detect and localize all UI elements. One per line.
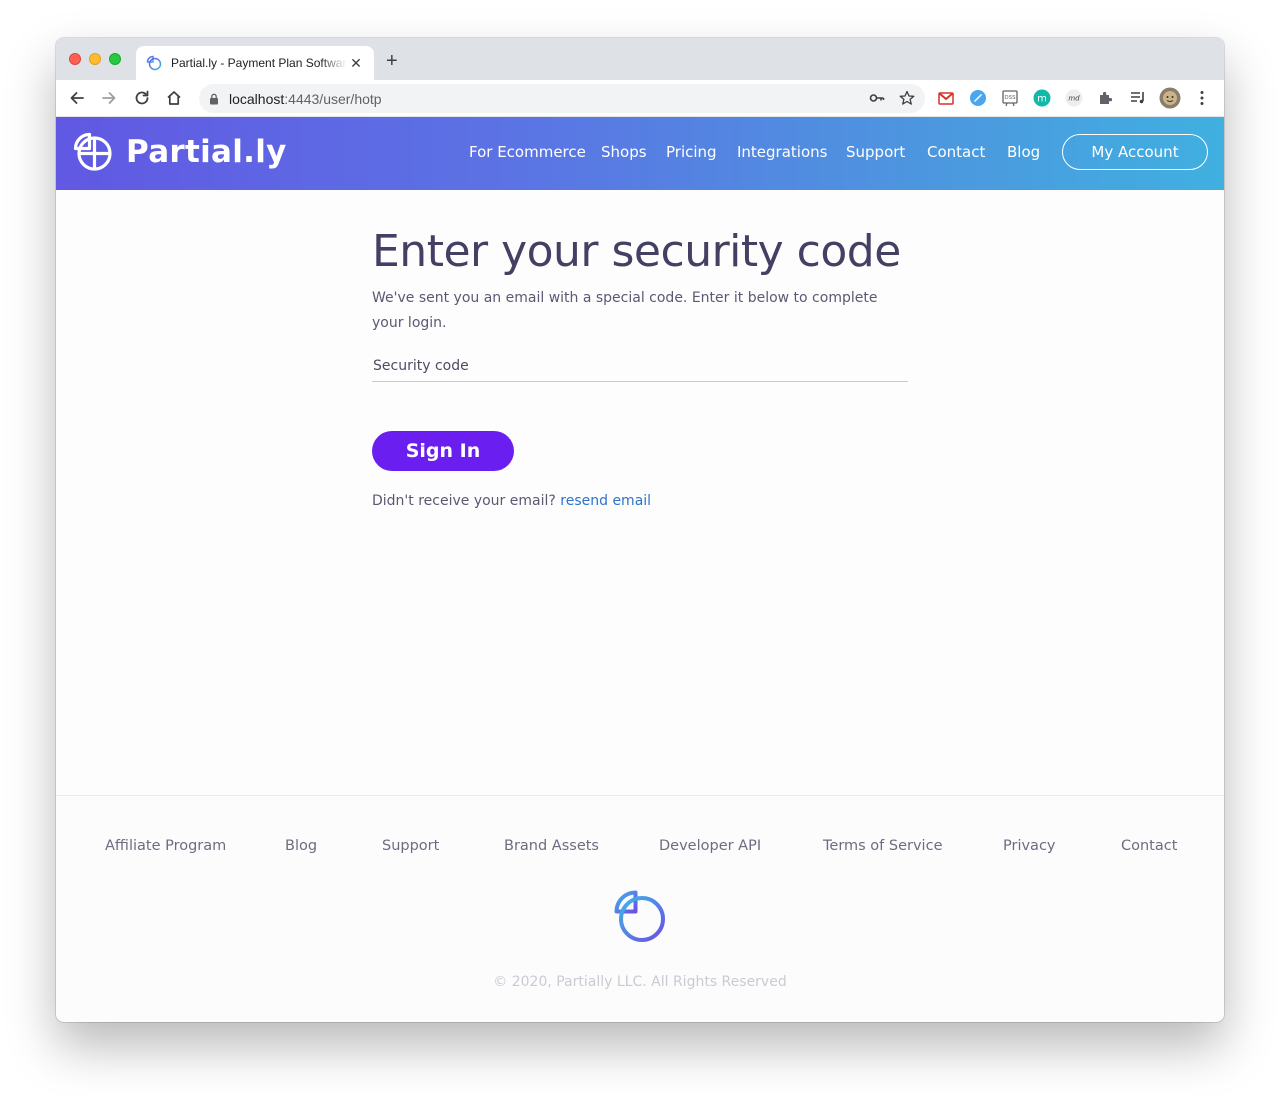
security-code-input[interactable]: [372, 350, 908, 382]
partially-favicon-icon: [146, 55, 162, 71]
m-extension-icon[interactable]: m: [1032, 88, 1052, 108]
browser-menu-icon[interactable]: [1192, 88, 1212, 108]
browser-tab[interactable]: Partial.ly - Payment Plan Software ✕: [136, 46, 374, 80]
nav-shops[interactable]: Shops: [601, 143, 647, 161]
nav-support[interactable]: Support: [846, 143, 905, 161]
nav-contact[interactable]: Contact: [927, 143, 985, 161]
brand-link[interactable]: Partial.ly: [72, 131, 287, 173]
footer-link-affiliate-program[interactable]: Affiliate Program: [105, 838, 226, 854]
browser-window: Partial.ly - Payment Plan Software ✕ + l…: [56, 38, 1224, 1022]
minimize-window-button[interactable]: [89, 53, 101, 65]
url-host: localhost: [229, 90, 285, 107]
footer-link-brand-assets[interactable]: Brand Assets: [504, 838, 599, 854]
tab-strip: Partial.ly - Payment Plan Software ✕ +: [56, 38, 1224, 80]
reload-icon[interactable]: [133, 89, 151, 107]
page-description: We've sent you an email with a special c…: [372, 290, 878, 331]
back-arrow-icon[interactable]: [68, 89, 86, 107]
media-queue-icon[interactable]: [1128, 88, 1148, 108]
copyright-text: © 2020, Partially LLC. All Rights Reserv…: [493, 974, 787, 990]
resend-prompt: Didn't receive your email?: [372, 493, 556, 509]
svg-text:md: md: [1068, 95, 1080, 103]
extensions-puzzle-icon[interactable]: [1096, 88, 1116, 108]
markdown-extension-icon[interactable]: md: [1064, 88, 1084, 108]
resend-row: Didn't receive your email? resend email: [372, 493, 651, 509]
main-content: Enter your security code We've sent you …: [56, 190, 1224, 795]
window-controls: [69, 53, 121, 65]
nav-for-ecommerce[interactable]: For Ecommerce: [469, 143, 586, 161]
dss-extension-icon[interactable]: DSS: [1000, 88, 1020, 108]
bookmark-star-icon[interactable]: [899, 90, 915, 106]
site-footer: Affiliate Program Blog Support Brand Ass…: [56, 795, 1224, 1021]
url-text: localhost:4443/user/hotp: [229, 91, 382, 107]
tab-close-icon[interactable]: ✕: [348, 55, 364, 72]
nav-blog[interactable]: Blog: [1007, 143, 1040, 161]
new-tab-icon[interactable]: +: [386, 50, 398, 72]
url-path: :4443/user/hotp: [284, 90, 382, 107]
sign-in-button[interactable]: Sign In: [372, 431, 514, 471]
tab-title: Partial.ly - Payment Plan Software: [171, 56, 347, 70]
footer-link-privacy[interactable]: Privacy: [1003, 838, 1056, 854]
browser-toolbar: localhost:4443/user/hotp DSS m md: [56, 80, 1224, 117]
partially-logo-icon: [73, 132, 112, 171]
footer-link-terms-of-service[interactable]: Terms of Service: [823, 838, 942, 854]
footer-link-developer-api[interactable]: Developer API: [659, 838, 761, 854]
footer-link-blog[interactable]: Blog: [285, 838, 317, 854]
gmail-extension-icon[interactable]: [936, 88, 956, 108]
nav-integrations[interactable]: Integrations: [737, 143, 827, 161]
brand-name: Partial.ly: [126, 134, 287, 170]
resend-email-link[interactable]: resend email: [560, 493, 651, 509]
my-account-button[interactable]: My Account: [1062, 134, 1208, 170]
profile-avatar-icon[interactable]: [1159, 87, 1181, 109]
zoom-window-button[interactable]: [109, 53, 121, 65]
page-title: Enter your security code: [372, 226, 901, 277]
site-header: Partial.ly For Ecommerce Shops Pricing I…: [56, 117, 1224, 190]
compass-extension-icon[interactable]: [968, 88, 988, 108]
nav-pricing[interactable]: Pricing: [666, 143, 717, 161]
forward-arrow-icon[interactable]: [100, 89, 118, 107]
footer-link-contact[interactable]: Contact: [1121, 838, 1177, 854]
home-icon[interactable]: [165, 89, 183, 107]
footer-logo-icon: [614, 890, 665, 942]
lock-icon: [210, 93, 218, 104]
address-bar[interactable]: localhost:4443/user/hotp: [199, 84, 925, 113]
svg-text:m: m: [1037, 94, 1047, 105]
svg-text:DSS: DSS: [1004, 95, 1016, 101]
key-icon[interactable]: [869, 90, 885, 106]
footer-link-support[interactable]: Support: [382, 838, 439, 854]
close-window-button[interactable]: [69, 53, 81, 65]
